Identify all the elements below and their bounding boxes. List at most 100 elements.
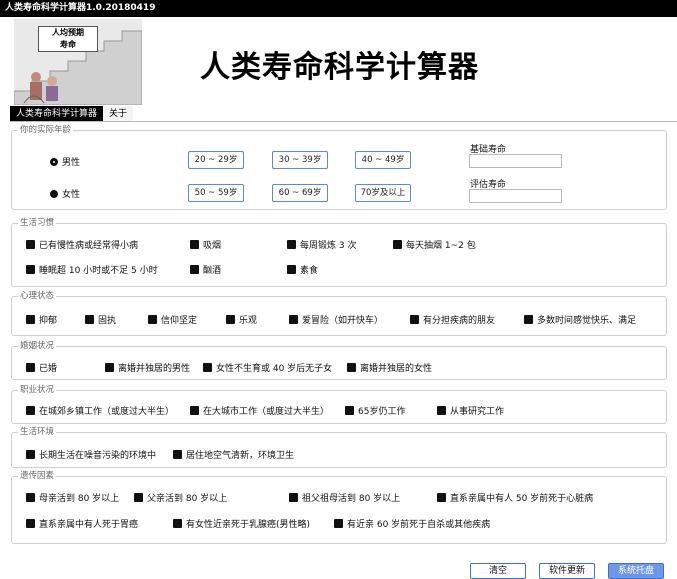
checkbox-icon: [334, 519, 343, 528]
cb-happy[interactable]: 多数时间感觉快乐、满足: [524, 313, 636, 326]
age-group-title: 你的实际年龄: [18, 124, 74, 136]
cb-label: 离婚并独居的女性: [360, 364, 433, 374]
cb-sleep[interactable]: 睡眠超 10 小时或不足 5 小时: [26, 263, 158, 276]
cb-research[interactable]: 从事研究工作: [437, 404, 504, 417]
age-btn-30-39[interactable]: 30 ~ 39岁: [272, 151, 328, 169]
app-logo: 人均预期 寿命: [14, 19, 142, 105]
radio-male[interactable]: 男性: [50, 155, 80, 168]
cb-smoking[interactable]: 吸烟: [190, 238, 221, 251]
age-btn-20-29[interactable]: 20 ~ 29岁: [188, 151, 244, 169]
base-life-field[interactable]: [469, 154, 562, 168]
habits-group-title: 生活习惯: [18, 217, 57, 229]
checkbox-icon: [226, 315, 235, 324]
cb-city-work[interactable]: 在大城市工作（或度过大半生）: [190, 404, 329, 417]
cb-divorced-female[interactable]: 离婚并独居的女性: [347, 361, 432, 374]
cb-optimistic[interactable]: 乐观: [226, 313, 257, 326]
cb-chronic-illness[interactable]: 已有慢性病或经常得小病: [26, 238, 138, 251]
cb-label: 在大城市工作（或度过大半生）: [203, 407, 330, 417]
cb-female-breast-cancer[interactable]: 有女性近亲死于乳腺癌(男性略): [173, 517, 310, 530]
checkbox-icon: [26, 406, 35, 415]
cb-married[interactable]: 已婚: [26, 361, 57, 374]
cb-label: 乐观: [239, 316, 258, 326]
cb-label: 直系亲属中有人死于胃癌: [39, 520, 139, 530]
cb-vegetarian[interactable]: 素食: [287, 263, 318, 276]
cb-label: 长期生活在噪音污染的环境中: [39, 451, 157, 461]
cb-label: 信仰坚定: [161, 316, 198, 326]
cb-packs-per-day[interactable]: 每天抽烟 1~2 包: [393, 238, 476, 251]
cb-label: 抑郁: [39, 316, 58, 326]
checkbox-icon: [524, 315, 533, 324]
cb-rural-work[interactable]: 在城郊乡镇工作（或度过大半生）: [26, 404, 174, 417]
cb-noise-pollution[interactable]: 长期生活在噪音污染的环境中: [26, 448, 156, 461]
age-group: 你的实际年龄: [11, 124, 667, 210]
cb-label: 素食: [300, 266, 319, 276]
cb-label: 固执: [98, 316, 117, 326]
checkbox-icon: [26, 363, 35, 372]
cb-label: 吸烟: [203, 241, 222, 251]
tab-about[interactable]: 关于: [103, 106, 134, 122]
cb-stubborn[interactable]: 固执: [85, 313, 116, 326]
system-tray-button[interactable]: 系统托盘: [608, 563, 664, 579]
cb-label: 父亲活到 80 岁以上: [147, 494, 228, 504]
cb-label: 睡眠超 10 小时或不足 5 小时: [39, 266, 158, 276]
age-btn-70-plus[interactable]: 70岁及以上: [355, 184, 411, 202]
software-update-button[interactable]: 软件更新: [539, 563, 595, 579]
checkbox-icon: [134, 493, 143, 502]
age-btn-40-49[interactable]: 40 ~ 49岁: [355, 151, 411, 169]
checkbox-icon: [190, 265, 199, 274]
marriage-group-title: 婚姻状况: [18, 340, 57, 352]
cb-father-80[interactable]: 父亲活到 80 岁以上: [134, 491, 227, 504]
cb-label: 有女性近亲死于乳腺癌(男性略): [186, 520, 311, 530]
cb-divorced-male[interactable]: 离婚并独居的男性: [105, 361, 190, 374]
radio-on-icon: [50, 157, 58, 166]
cb-grandparents-80[interactable]: 祖父祖母活到 80 岁以上: [289, 491, 400, 504]
cb-mother-80[interactable]: 母亲活到 80 岁以上: [26, 491, 119, 504]
cb-label: 居住地空气清新，环境卫生: [186, 451, 295, 461]
tab-calculator[interactable]: 人类寿命科学计算器: [10, 106, 104, 122]
cb-relative-suicide[interactable]: 有近亲 60 岁前死于自杀或其他疾病: [334, 517, 490, 530]
tab-bar: 人类寿命科学计算器 关于: [10, 106, 134, 122]
checkbox-icon: [289, 315, 298, 324]
eval-life-field[interactable]: [469, 189, 562, 203]
age-btn-50-59[interactable]: 50 ~ 59岁: [188, 184, 244, 202]
checkbox-icon: [26, 519, 35, 528]
cb-adventurous[interactable]: 爱冒险（如开快车）: [289, 313, 383, 326]
checkbox-icon: [410, 315, 419, 324]
cb-relative-heart[interactable]: 直系亲属中有人 50 岁前死于心脏病: [437, 491, 593, 504]
cb-alcohol[interactable]: 酗酒: [190, 263, 221, 276]
genetics-group-title: 遗传因素: [18, 470, 57, 482]
logo-sign-line1: 人均预期: [52, 28, 84, 37]
clear-button[interactable]: 清空: [470, 563, 526, 579]
checkbox-icon: [173, 519, 182, 528]
environment-group-title: 生活环境: [18, 426, 57, 438]
window-title: 人类寿命科学计算器1.0.20180419: [5, 3, 156, 13]
cb-exercise[interactable]: 每周锻炼 3 次: [287, 238, 356, 251]
cb-label: 有近亲 60 岁前死于自杀或其他疾病: [347, 520, 491, 530]
cb-label: 祖父祖母活到 80 岁以上: [302, 494, 401, 504]
checkbox-icon: [148, 315, 157, 324]
logo-sign-line2: 寿命: [60, 40, 76, 49]
age-btn-60-69[interactable]: 60 ~ 69岁: [272, 184, 328, 202]
cb-supportive-friends[interactable]: 有分担疾病的朋友: [410, 313, 495, 326]
cb-faith[interactable]: 信仰坚定: [148, 313, 197, 326]
cb-depression[interactable]: 抑郁: [26, 313, 57, 326]
checkbox-icon: [85, 315, 94, 324]
cb-label: 多数时间感觉快乐、满足: [537, 316, 637, 326]
cb-childless-female[interactable]: 女性不生育或 40 岁后无子女: [203, 361, 332, 374]
cb-label: 有分担疾病的朋友: [423, 316, 496, 326]
checkbox-icon: [26, 265, 35, 274]
cb-label: 从事研究工作: [450, 407, 505, 417]
mental-group-title: 心理状态: [18, 290, 57, 302]
cb-work-at-65[interactable]: 65岁仍工作: [345, 404, 405, 417]
radio-female-label: 女性: [62, 190, 81, 200]
radio-female[interactable]: 女性: [50, 187, 80, 200]
cb-clean-air[interactable]: 居住地空气清新，环境卫生: [173, 448, 294, 461]
checkbox-icon: [287, 265, 296, 274]
cb-relative-stomach-cancer[interactable]: 直系亲属中有人死于胃癌: [26, 517, 138, 530]
checkbox-icon: [345, 406, 354, 415]
checkbox-icon: [105, 363, 114, 372]
checkbox-icon: [173, 450, 182, 459]
radio-male-label: 男性: [62, 158, 81, 168]
checkbox-icon: [26, 315, 35, 324]
cb-label: 女性不生育或 40 岁后无子女: [216, 364, 333, 374]
